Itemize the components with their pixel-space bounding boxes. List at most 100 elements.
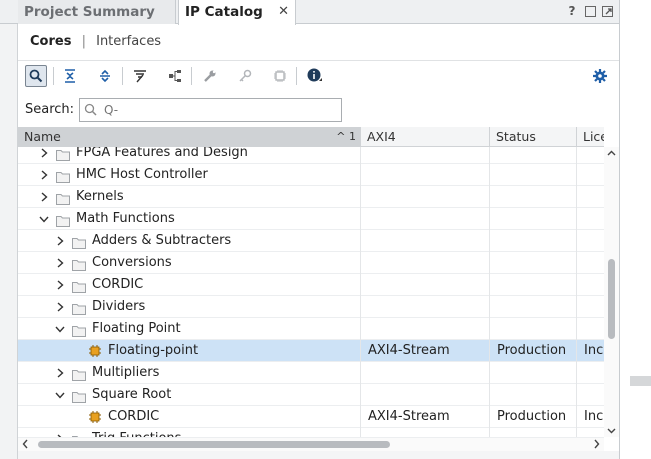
subtabs: Cores | Interfaces — [18, 28, 619, 56]
cell-status — [490, 296, 577, 318]
cell-axi4 — [361, 384, 490, 406]
chevron-right-icon[interactable] — [38, 147, 50, 164]
outside-splitter[interactable] — [630, 376, 651, 386]
cell-axi4 — [361, 164, 490, 186]
cell-license — [577, 274, 604, 296]
subtab-separator: | — [81, 34, 86, 49]
sort-indicator: ^ 1 — [336, 130, 356, 143]
cell-license — [577, 362, 604, 384]
scroll-up-icon[interactable] — [607, 150, 616, 156]
toolbar-separator — [122, 67, 123, 85]
cell-status: Production — [490, 406, 577, 428]
vertical-scrollbar[interactable] — [604, 147, 619, 437]
tab-ip-catalog[interactable]: IP Catalog ✕ — [178, 0, 296, 25]
scroll-down-icon[interactable] — [607, 428, 616, 434]
chevron-right-icon[interactable] — [54, 252, 66, 274]
cell-status — [490, 362, 577, 384]
chevron-right-icon[interactable] — [54, 362, 66, 384]
collapse-all-icon[interactable] — [59, 65, 81, 87]
table-row[interactable]: CORDIC — [18, 274, 604, 296]
table-row[interactable]: CORDIC AXI4-Stream Production Inc — [18, 406, 604, 428]
cell-axi4 — [361, 428, 490, 437]
tab-ip-catalog-label: IP Catalog — [185, 4, 263, 20]
cell-status — [490, 208, 577, 230]
cell-name: Adders & Subtracters — [18, 230, 361, 252]
chevron-down-icon[interactable] — [54, 384, 66, 406]
chevron-right-icon[interactable] — [38, 186, 50, 208]
cell-status — [490, 230, 577, 252]
close-icon[interactable]: ✕ — [278, 0, 289, 24]
chevron-right-icon[interactable] — [38, 164, 50, 186]
row-name-label: Math Functions — [76, 211, 175, 226]
outside-area — [620, 0, 651, 459]
subtab-cores[interactable]: Cores — [30, 34, 71, 49]
cell-license — [577, 428, 604, 437]
info-icon[interactable] — [304, 65, 326, 87]
row-name-label: CORDIC — [108, 409, 160, 424]
table-row[interactable]: Floating-point AXI4-Stream Production Inc — [18, 340, 604, 362]
cell-name: Floating Point — [18, 318, 361, 340]
hierarchy-icon[interactable] — [164, 65, 186, 87]
cell-axi4: AXI4-Stream — [361, 406, 490, 428]
column-header-name[interactable]: Name ^ 1 — [18, 127, 361, 147]
chevron-right-icon[interactable] — [54, 296, 66, 318]
search-field-icon — [84, 103, 98, 121]
cell-license — [577, 252, 604, 274]
horizontal-scrollbar[interactable] — [18, 437, 604, 451]
wrench-icon[interactable] — [199, 65, 221, 87]
float-icon[interactable] — [602, 6, 613, 17]
cell-status: Production — [490, 340, 577, 362]
folder-icon — [56, 147, 70, 161]
chevron-down-icon[interactable] — [38, 208, 50, 230]
cell-status — [490, 164, 577, 186]
scroll-right-icon[interactable] — [594, 439, 600, 449]
chevron-right-icon[interactable] — [54, 274, 66, 296]
table-row[interactable]: Trig Functions — [18, 428, 604, 437]
table-row[interactable]: Floating Point — [18, 318, 604, 340]
chevron-right-icon[interactable] — [54, 428, 66, 437]
table-row[interactable]: Dividers — [18, 296, 604, 318]
window-actions: ? — [565, 4, 613, 18]
row-name-label: Dividers — [92, 299, 146, 314]
row-name-label: Multipliers — [92, 365, 160, 380]
vertical-scroll-thumb[interactable] — [608, 259, 615, 339]
search-box[interactable] — [79, 98, 342, 122]
table-row[interactable]: HMC Host Controller — [18, 164, 604, 186]
table-row[interactable]: Kernels — [18, 186, 604, 208]
settings-icon[interactable] — [589, 65, 611, 87]
filter-icon[interactable] — [129, 65, 151, 87]
table-row[interactable]: Math Functions — [18, 208, 604, 230]
column-header-status[interactable]: Status — [490, 127, 577, 147]
subtab-interfaces[interactable]: Interfaces — [96, 34, 161, 49]
cell-axi4 — [361, 147, 490, 164]
expand-all-icon[interactable] — [94, 65, 116, 87]
chip-icon[interactable] — [269, 65, 291, 87]
column-header-axi4[interactable]: AXI4 — [361, 127, 490, 147]
cell-license — [577, 164, 604, 186]
tab-project-summary[interactable]: Project Summary — [18, 0, 176, 24]
chevron-right-icon[interactable] — [54, 230, 66, 252]
table-row[interactable]: FPGA Features and Design — [18, 147, 604, 164]
cell-axi4 — [361, 296, 490, 318]
horizontal-scroll-thumb[interactable] — [38, 441, 390, 448]
scroll-left-icon[interactable] — [22, 439, 28, 449]
cell-status — [490, 274, 577, 296]
chevron-down-icon[interactable] — [54, 318, 66, 340]
key-icon[interactable] — [234, 65, 256, 87]
cell-name: Dividers — [18, 296, 361, 318]
column-header-name-label: Name — [24, 129, 61, 144]
table-row[interactable]: Adders & Subtracters — [18, 230, 604, 252]
table-row[interactable]: Multipliers — [18, 362, 604, 384]
search-icon[interactable] — [25, 65, 47, 87]
toolbar-separator — [53, 67, 54, 85]
search-input[interactable] — [104, 101, 334, 119]
help-icon[interactable]: ? — [565, 4, 579, 18]
column-header-license[interactable]: Lice — [577, 127, 604, 147]
restore-icon[interactable] — [585, 6, 596, 17]
cell-axi4 — [361, 186, 490, 208]
table-row[interactable]: Conversions — [18, 252, 604, 274]
cell-name: CORDIC — [18, 406, 361, 428]
row-name-label: Trig Functions — [92, 428, 181, 437]
table-row[interactable]: Square Root — [18, 384, 604, 406]
row-name-label: Kernels — [76, 189, 124, 204]
